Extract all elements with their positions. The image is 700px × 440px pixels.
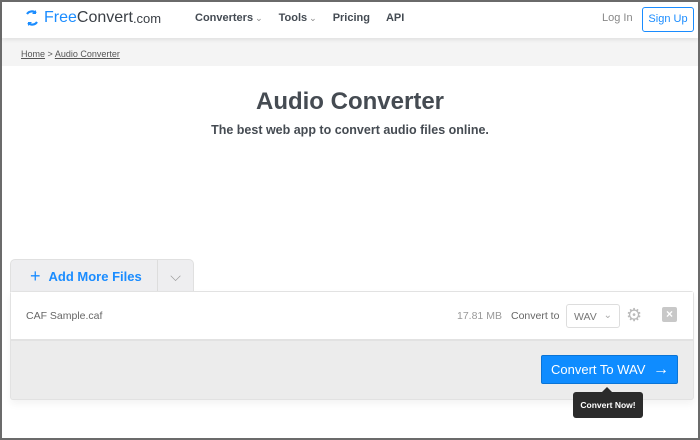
logo-brand: Free <box>44 9 77 26</box>
convert-to-label: Convert to <box>511 310 560 322</box>
nav-label: Converters <box>195 12 254 24</box>
nav-pricing[interactable]: Pricing <box>333 12 370 24</box>
file-name: CAF Sample.caf <box>26 310 103 322</box>
format-select[interactable]: WAV ⌄ <box>566 304 620 328</box>
close-icon[interactable]: × <box>662 307 677 322</box>
file-row: CAF Sample.caf 17.81 MB Convert to WAV ⌄ … <box>11 292 693 341</box>
chevron-down-icon: ⌄ <box>603 310 612 321</box>
add-more-label: Add More Files <box>48 268 142 284</box>
nav-api[interactable]: API <box>386 12 404 24</box>
file-size: 17.81 MB <box>457 310 502 322</box>
file-panel: CAF Sample.caf 17.81 MB Convert to WAV ⌄ … <box>10 291 694 400</box>
plus-icon: + <box>30 265 41 286</box>
chevron-down-icon: ⌄ <box>255 13 263 23</box>
add-files-dropdown[interactable]: ⌵ <box>157 260 193 292</box>
refresh-logo-icon <box>26 10 38 26</box>
chevron-down-icon: ⌄ <box>309 13 317 23</box>
chevron-down-icon: ⌵ <box>170 267 181 284</box>
tooltip: Convert Now! <box>573 387 643 418</box>
breadcrumb-home[interactable]: Home <box>21 49 45 59</box>
logo-text: Convert <box>76 9 133 26</box>
page-subtitle: The best web app to convert audio files … <box>211 123 489 137</box>
nav-label: Tools <box>278 12 308 24</box>
add-files-tab: + Add More Files ⌵ <box>10 259 194 292</box>
logo-tld: .com <box>132 10 162 26</box>
add-more-files-button[interactable]: + Add More Files <box>11 260 157 292</box>
nav-converters[interactable]: Converters ⌄ <box>195 12 263 24</box>
breadcrumb-separator: > <box>47 49 53 59</box>
breadcrumb-current[interactable]: Audio Converter <box>55 49 120 59</box>
breadcrumb: Home > Audio Converter <box>2 38 698 66</box>
convert-button-label: Convert To WAV <box>551 362 646 377</box>
format-value: WAV <box>574 311 597 323</box>
logo[interactable]: Free Convert .com <box>24 9 161 27</box>
login-link[interactable]: Log In <box>602 12 633 24</box>
header: Free Convert .com Converters ⌄ Tools ⌄ Prici… <box>2 2 698 38</box>
nav-tools[interactable]: Tools ⌄ <box>279 12 317 24</box>
page-title: Audio Converter <box>255 88 444 115</box>
arrow-right-icon: → <box>653 360 669 378</box>
signup-button[interactable]: Sign Up <box>642 7 694 32</box>
gear-icon[interactable]: ⚙ <box>626 305 642 326</box>
convert-button[interactable]: Convert To WAV → <box>541 355 678 384</box>
